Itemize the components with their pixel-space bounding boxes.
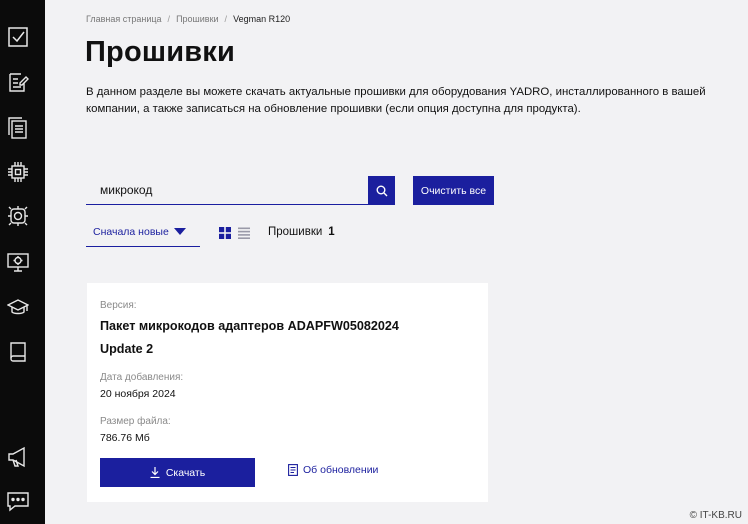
update-info-link[interactable]: Об обновлении bbox=[288, 464, 378, 476]
page-description: В данном разделе вы можете скачать актуа… bbox=[86, 86, 706, 115]
graduation-cap-icon[interactable] bbox=[7, 296, 29, 318]
download-icon bbox=[150, 467, 160, 478]
watermark: © IT-KB.RU bbox=[689, 510, 742, 521]
search-field bbox=[86, 176, 368, 205]
caret-down-icon bbox=[174, 228, 186, 235]
chip-icon[interactable] bbox=[7, 161, 29, 183]
breadcrumb-separator: / bbox=[167, 14, 171, 24]
firmware-name: Пакет микрокодов адаптеров ADAPFW0508202… bbox=[100, 319, 399, 356]
chat-icon[interactable] bbox=[7, 490, 29, 512]
version-label: Версия: bbox=[100, 300, 137, 311]
book-icon[interactable] bbox=[7, 341, 29, 363]
size-value: 786.76 Мб bbox=[100, 432, 150, 444]
download-button[interactable]: Скачать bbox=[100, 458, 255, 487]
date-value: 20 ноября 2024 bbox=[100, 388, 176, 400]
sidebar bbox=[0, 0, 45, 524]
update-info-label: Об обновлении bbox=[303, 464, 379, 476]
breadcrumb-current: Vegman R120 bbox=[233, 14, 291, 24]
checkbox-icon[interactable] bbox=[7, 26, 29, 48]
firmware-card: Версия: Пакет микрокодов адаптеров ADAPF… bbox=[87, 283, 488, 502]
breadcrumb-firmware[interactable]: Прошивки bbox=[176, 14, 218, 24]
results-label: Прошивки bbox=[268, 226, 323, 238]
list-view-icon[interactable] bbox=[238, 226, 250, 239]
download-label: Скачать bbox=[165, 466, 206, 479]
clear-all-button[interactable]: Очистить все bbox=[413, 176, 494, 205]
page-title: Прошивки bbox=[85, 36, 236, 68]
edit-doc-icon[interactable] bbox=[7, 71, 29, 93]
results-number: 1 bbox=[328, 226, 335, 238]
results-count: Прошивки 1 bbox=[268, 226, 335, 238]
main-content: Главная страница / Прошивки / Vegman R120 Пр… bbox=[45, 0, 748, 524]
breadcrumb-home[interactable]: Главная страница bbox=[86, 14, 162, 24]
search-icon bbox=[376, 185, 387, 196]
search-input[interactable] bbox=[86, 176, 368, 204]
breadcrumb-separator: / bbox=[224, 14, 228, 24]
docs-icon[interactable] bbox=[7, 117, 29, 139]
search-button[interactable] bbox=[368, 176, 395, 205]
sort-label: Сначала новые bbox=[93, 226, 169, 238]
document-icon bbox=[288, 464, 298, 476]
sort-dropdown[interactable]: Сначала новые bbox=[86, 222, 200, 247]
breadcrumb: Главная страница / Прошивки / Vegman R120 bbox=[86, 14, 290, 24]
megaphone-icon[interactable] bbox=[7, 446, 29, 468]
size-label: Размер файла: bbox=[100, 416, 171, 427]
processor-icon[interactable] bbox=[7, 205, 29, 227]
grid-view-icon[interactable] bbox=[219, 226, 231, 239]
monitor-icon[interactable] bbox=[7, 251, 29, 273]
date-label: Дата добавления: bbox=[100, 372, 184, 383]
